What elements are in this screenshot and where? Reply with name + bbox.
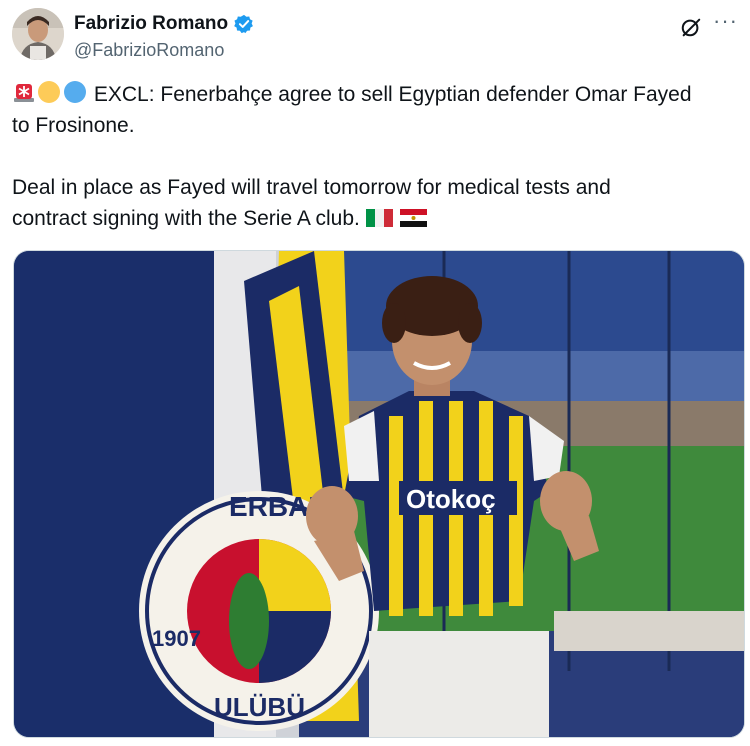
tweet-line-1-text: EXCL: Fenerbahçe agree to sell Egyptian … — [93, 83, 692, 106]
verified-badge-icon — [234, 14, 254, 34]
shirt-sponsor: Otokoç — [406, 484, 496, 514]
more-options-icon[interactable]: ··· — [713, 10, 738, 32]
tweet-line-4: contract signing with the Serie A club. — [12, 203, 736, 234]
tweet-header: Fabrizio Romano @FabrizioRomano ··· — [12, 8, 738, 64]
siren-emoji — [14, 84, 34, 102]
tweet-line-1: EXCL: Fenerbahçe agree to sell Egyptian … — [12, 79, 736, 110]
tweet-line-3: Deal in place as Fayed will travel tomor… — [12, 176, 611, 199]
avatar[interactable] — [12, 8, 64, 60]
tweet-line-4-text: contract signing with the Serie A club. — [12, 207, 360, 230]
crest-text-bottom: ULÜBÜ — [214, 692, 305, 722]
author-block: Fabrizio Romano @FabrizioRomano — [74, 12, 254, 62]
egypt-flag-emoji — [399, 209, 427, 227]
tweet-photo[interactable]: ERBAH ULÜBÜ 1907 Otokoç — [13, 250, 745, 738]
yellow-circle-emoji — [38, 81, 60, 103]
display-name[interactable]: Fabrizio Romano — [74, 12, 228, 36]
tweet-line-2: to Frosinone. — [12, 114, 135, 137]
crest-year: 1907 — [152, 626, 201, 651]
italy-flag-emoji — [365, 209, 393, 227]
author-handle[interactable]: @FabrizioRomano — [74, 38, 254, 62]
blue-circle-emoji — [64, 81, 86, 103]
tweet-text: EXCL: Fenerbahçe agree to sell Egyptian … — [12, 79, 736, 234]
grok-icon[interactable] — [680, 16, 702, 38]
